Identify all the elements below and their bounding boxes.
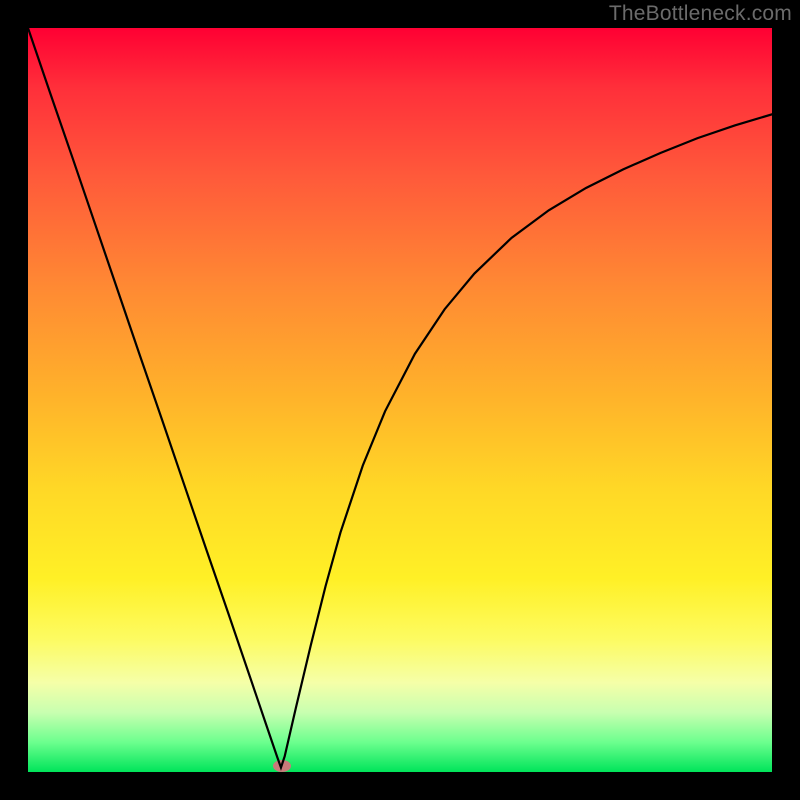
bottleneck-curve (28, 28, 772, 772)
watermark-text: TheBottleneck.com (609, 2, 792, 26)
plot-area (28, 28, 772, 772)
chart-stage: TheBottleneck.com (0, 0, 800, 800)
